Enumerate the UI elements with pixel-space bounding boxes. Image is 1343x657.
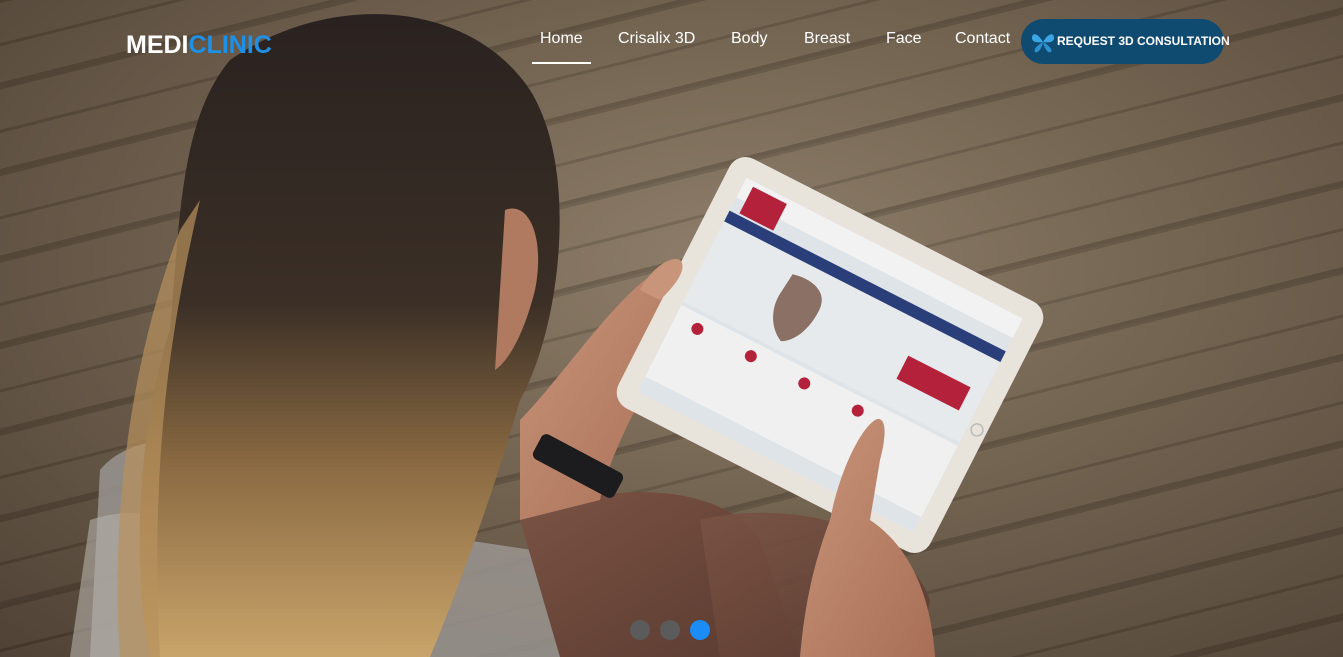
butterfly-icon — [1032, 34, 1054, 53]
brand-logo[interactable]: MEDICLINIC — [126, 30, 272, 60]
nav-item-home[interactable]: Home — [532, 28, 591, 64]
nav-item-breast[interactable]: Breast — [804, 28, 850, 50]
site-header: MEDICLINIC Home Crisalix 3D Body Breast … — [0, 0, 1343, 80]
request-consultation-button[interactable]: REQUEST 3D CONSULTATION — [1021, 19, 1230, 64]
brand-part2: CLINIC — [188, 31, 272, 59]
request-consultation-label: REQUEST 3D CONSULTATION — [1057, 34, 1230, 48]
brand-part1: MEDI — [126, 31, 189, 59]
slider-dot-2[interactable] — [660, 620, 680, 640]
nav-item-body[interactable]: Body — [731, 28, 767, 50]
nav-item-face[interactable]: Face — [886, 28, 922, 50]
slider-dots — [630, 620, 714, 641]
hero-image — [70, 14, 1044, 657]
nav-item-contact[interactable]: Contact — [955, 28, 1010, 50]
slider-dot-1[interactable] — [630, 620, 650, 640]
slider-dot-3[interactable] — [690, 620, 710, 640]
hero-slider: MEDICLINIC Home Crisalix 3D Body Breast … — [0, 0, 1343, 657]
nav-item-crisalix-3d[interactable]: Crisalix 3D — [618, 28, 695, 50]
